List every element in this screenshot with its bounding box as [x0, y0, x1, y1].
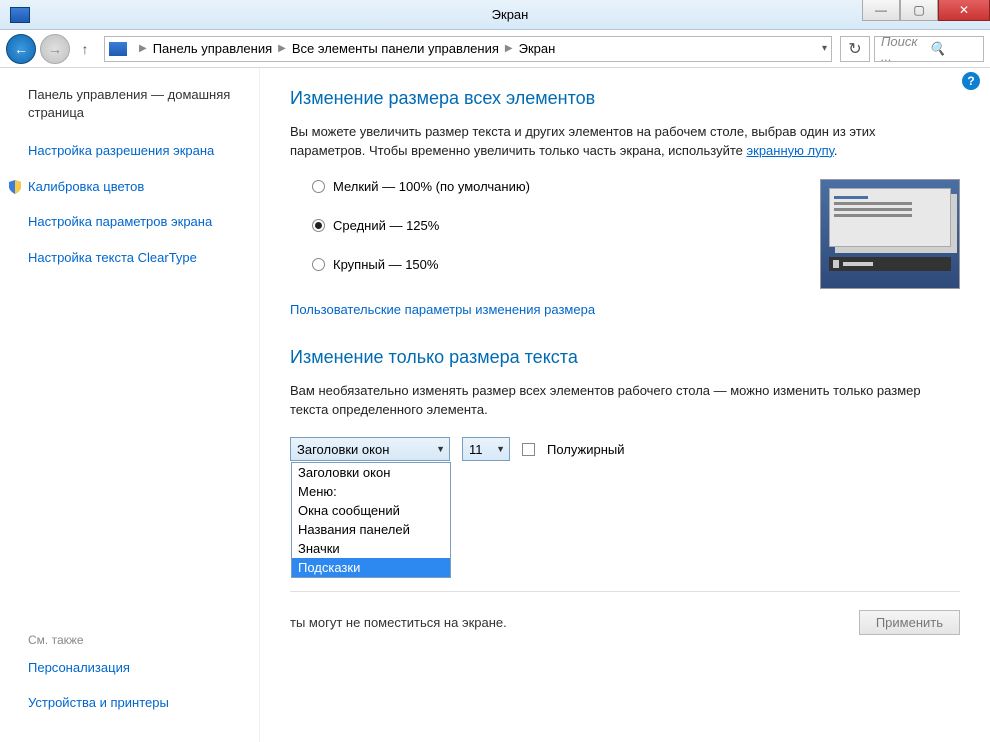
section-description-2: Вам необязательно изменять размер всех э…: [290, 382, 930, 420]
window-title: Экран: [30, 7, 990, 22]
chevron-down-icon: ▼: [496, 444, 505, 454]
note-text: ты могут не поместиться на экране.: [290, 615, 859, 630]
control-panel-home-link[interactable]: Панель управления — домашняя страница: [28, 86, 247, 122]
breadcrumb-item[interactable]: Все элементы панели управления: [292, 41, 499, 56]
main-content: ? Изменение размера всех элементов Вы мо…: [260, 68, 990, 742]
radio-icon: [312, 219, 325, 232]
dropdown-option-highlighted[interactable]: Подсказки: [292, 558, 450, 577]
maximize-button[interactable]: ▢: [900, 0, 938, 21]
search-placeholder: Поиск ...: [881, 34, 929, 64]
help-icon[interactable]: ?: [962, 72, 980, 90]
radio-icon: [312, 258, 325, 271]
chevron-down-icon: ▼: [436, 444, 445, 454]
sidebar: Панель управления — домашняя страница На…: [0, 68, 260, 742]
section-heading-resize-all: Изменение размера всех элементов: [290, 88, 960, 109]
shield-icon: [8, 180, 22, 194]
forward-button: →: [40, 34, 70, 64]
sidebar-link-personalization[interactable]: Персонализация: [28, 659, 247, 677]
apply-button[interactable]: Применить: [859, 610, 960, 635]
navbar: ← → ↑ ▶ Панель управления ▶ Все элементы…: [0, 30, 990, 68]
sidebar-link-resolution[interactable]: Настройка разрешения экрана: [28, 142, 247, 160]
bold-checkbox[interactable]: [522, 443, 535, 456]
radio-size-large[interactable]: Крупный — 150%: [312, 257, 820, 272]
bold-label: Полужирный: [547, 442, 625, 457]
section-description: Вы можете увеличить размер текста и друг…: [290, 123, 930, 161]
dropdown-option[interactable]: Окна сообщений: [292, 501, 450, 520]
breadcrumb-item[interactable]: Экран: [519, 41, 556, 56]
titlebar: Экран — ▢ ✕: [0, 0, 990, 30]
see-also-header: См. также: [28, 633, 247, 647]
chevron-right-icon: ▶: [505, 43, 513, 54]
minimize-button[interactable]: —: [862, 0, 900, 21]
element-select-dropdown: Заголовки окон Меню: Окна сообщений Назв…: [291, 462, 451, 578]
preview-image: [820, 179, 960, 289]
custom-size-link[interactable]: Пользовательские параметры изменения раз…: [290, 302, 960, 317]
search-input[interactable]: Поиск ... 🔍: [874, 36, 984, 62]
sidebar-link-cleartype[interactable]: Настройка текста ClearType: [28, 249, 247, 267]
app-icon: [10, 7, 30, 23]
radio-size-medium[interactable]: Средний — 125%: [312, 218, 820, 233]
up-button[interactable]: ↑: [74, 38, 96, 60]
breadcrumb-icon: [109, 42, 127, 56]
sidebar-link-display-settings[interactable]: Настройка параметров экрана: [28, 213, 247, 231]
close-button[interactable]: ✕: [938, 0, 990, 21]
breadcrumb-item[interactable]: Панель управления: [153, 41, 272, 56]
search-icon: 🔍: [929, 41, 977, 57]
dropdown-option[interactable]: Значки: [292, 539, 450, 558]
divider: [290, 591, 960, 592]
back-button[interactable]: ←: [6, 34, 36, 64]
chevron-right-icon: ▶: [139, 43, 147, 54]
element-select[interactable]: Заголовки окон ▼ Заголовки окон Меню: Ок…: [290, 437, 450, 461]
radio-icon: [312, 180, 325, 193]
sidebar-link-color-calibration[interactable]: Калибровка цветов: [8, 178, 247, 196]
section-heading-text-only: Изменение только размера текста: [290, 347, 960, 368]
breadcrumb[interactable]: ▶ Панель управления ▶ Все элементы панел…: [104, 36, 832, 62]
sidebar-link-devices-printers[interactable]: Устройства и принтеры: [28, 694, 247, 712]
radio-size-small[interactable]: Мелкий — 100% (по умолчанию): [312, 179, 820, 194]
magnifier-link[interactable]: экранную лупу: [747, 143, 834, 158]
chevron-down-icon[interactable]: ▾: [822, 43, 827, 54]
dropdown-option[interactable]: Заголовки окон: [292, 463, 450, 482]
dropdown-option[interactable]: Названия панелей: [292, 520, 450, 539]
font-size-select[interactable]: 11 ▼: [462, 437, 510, 461]
chevron-right-icon: ▶: [278, 43, 286, 54]
refresh-button[interactable]: ↻: [840, 36, 870, 62]
dropdown-option[interactable]: Меню:: [292, 482, 450, 501]
